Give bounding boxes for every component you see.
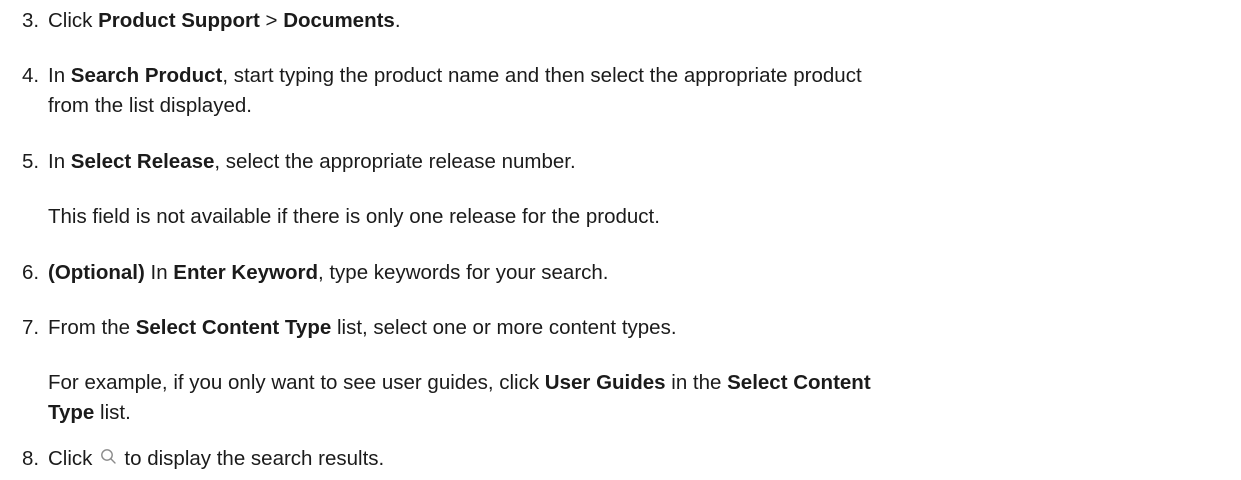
- ui-term-type: Type: [48, 401, 95, 424]
- optional-label: (Optional): [48, 261, 145, 284]
- step-5-note: This field is not available if there is …: [48, 205, 660, 228]
- step-7-example-line-2: Type list.: [48, 401, 131, 424]
- ui-term-user-guides: User Guides: [544, 371, 666, 394]
- step-number: 3.: [22, 9, 40, 32]
- search-icon: [98, 446, 120, 468]
- step-4-continuation: from the list displayed.: [48, 94, 252, 117]
- step-number: 5.: [22, 150, 40, 173]
- ui-term-product-support: Product Support: [98, 9, 260, 32]
- step-text: In Select Release, select the appropriat…: [48, 150, 576, 173]
- ui-term-select-release: Select Release: [70, 150, 215, 173]
- step-text: From the Select Content Type list, selec…: [48, 316, 677, 339]
- step-text: (Optional) In Enter Keyword, type keywor…: [48, 261, 609, 284]
- step-number: 4.: [22, 64, 40, 87]
- step-number: 7.: [22, 316, 40, 339]
- step-7-example-line-1: For example, if you only want to see use…: [48, 371, 871, 394]
- step-number: 6.: [22, 261, 40, 284]
- step-number: 8.: [22, 447, 40, 470]
- procedure-document: 3. Click Product Support > Documents. 4.…: [0, 0, 1241, 480]
- ui-term-select-content-type: Select Content Type: [135, 316, 332, 339]
- ui-term-enter-keyword: Enter Keyword: [173, 261, 318, 284]
- ui-term-documents: Documents: [283, 9, 395, 32]
- ui-term-select-content: Select Content: [727, 371, 871, 394]
- step-text: Click to display the search results.: [48, 446, 385, 470]
- step-text: Click Product Support > Documents.: [48, 9, 401, 32]
- step-text: In Search Product, start typing the prod…: [48, 64, 862, 87]
- ui-term-search-product: Search Product: [70, 64, 223, 87]
